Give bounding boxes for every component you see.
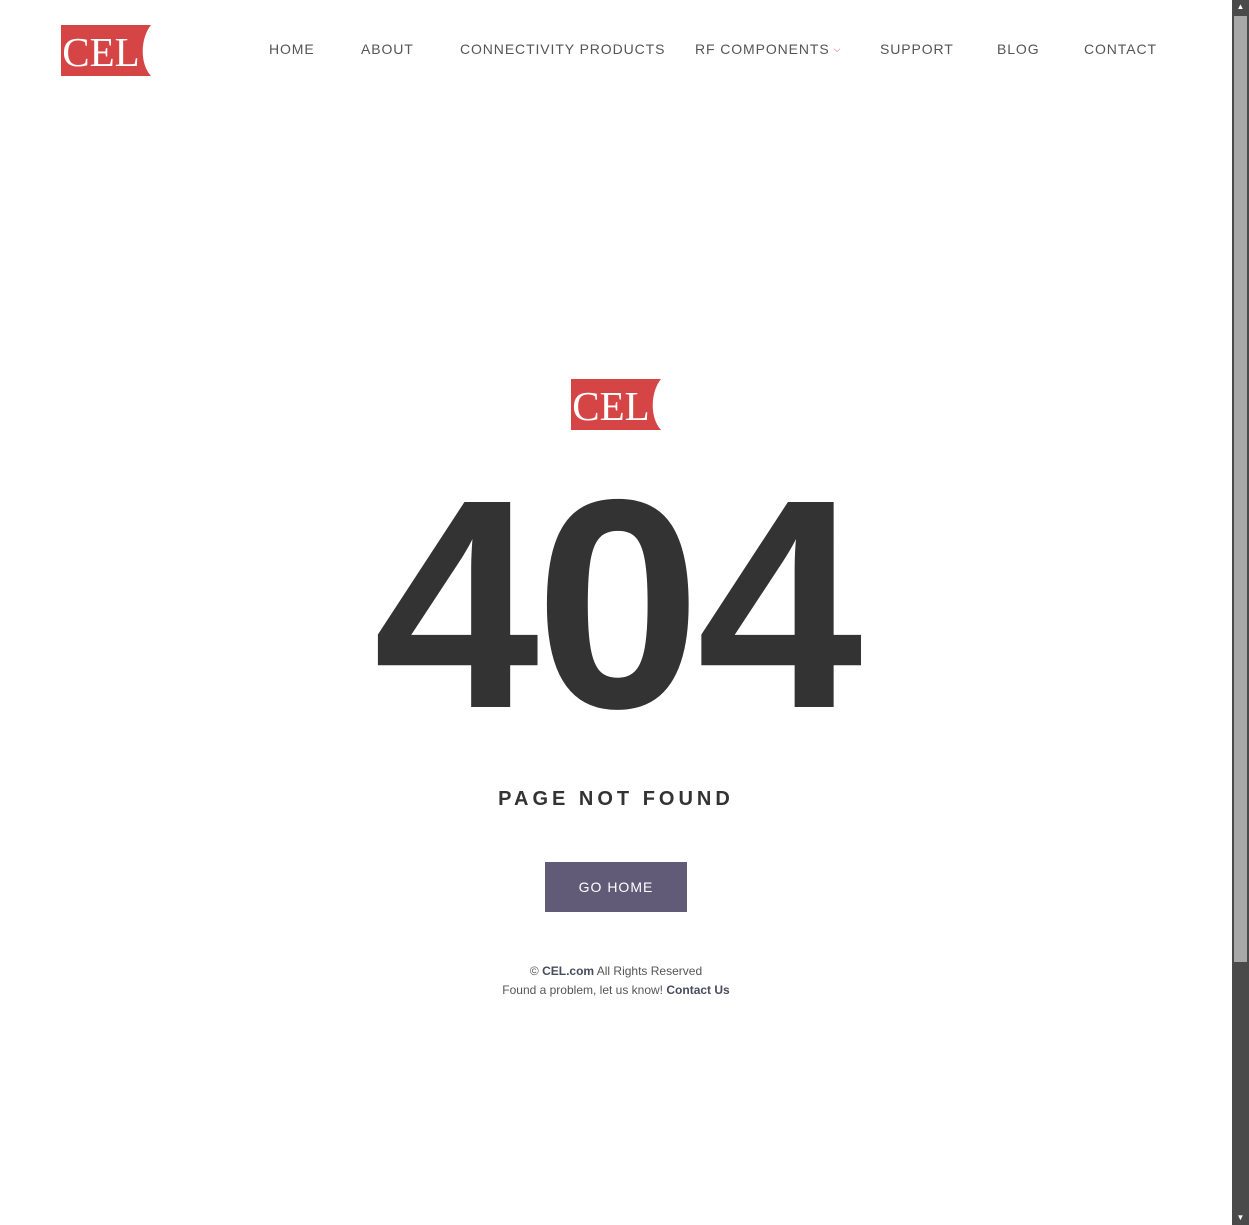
nav-support[interactable]: SUPPORT xyxy=(880,38,954,60)
contact-us-link[interactable]: Contact Us xyxy=(666,983,729,997)
chevron-down-icon: ⌵ xyxy=(833,44,842,54)
nav-blog[interactable]: BLOG xyxy=(997,38,1040,60)
scroll-down-arrow-icon[interactable]: ▼ xyxy=(1232,1211,1249,1225)
error-title: PAGE NOT FOUND xyxy=(498,788,734,810)
cel-logo-icon: CEL xyxy=(571,379,661,430)
site-header: CEL HOME ABOUT CONNECTIVITY PRODUCTS RF … xyxy=(0,0,1232,100)
problem-line: Found a problem, let us know! Contact Us xyxy=(0,981,1232,1000)
nav-contact[interactable]: CONTACT xyxy=(1084,38,1157,60)
error-logo: CEL xyxy=(571,379,661,430)
footer: © CEL.com All Rights Reserved Found a pr… xyxy=(0,962,1232,1000)
page: CEL HOME ABOUT CONNECTIVITY PRODUCTS RF … xyxy=(0,0,1232,1225)
scroll-up-arrow-icon[interactable]: ▲ xyxy=(1232,0,1249,14)
logo-text: CEL xyxy=(572,383,649,429)
nav-home[interactable]: HOME xyxy=(269,38,315,60)
problem-text: Found a problem, let us know! xyxy=(502,983,664,997)
go-home-button[interactable]: GO HOME xyxy=(545,862,687,912)
rights-text: All Rights Reserved xyxy=(596,964,703,978)
nav-connectivity-products[interactable]: CONNECTIVITY PRODUCTS xyxy=(460,38,665,60)
vertical-scrollbar[interactable]: ▲ ▼ xyxy=(1232,0,1249,1225)
nav-rf-components[interactable]: RF COMPONENTS ⌵ xyxy=(695,38,841,60)
error-code: 404 xyxy=(373,438,862,771)
nav-about[interactable]: ABOUT xyxy=(361,38,414,60)
copyright-line: © CEL.com All Rights Reserved xyxy=(0,962,1232,981)
copyright-symbol: © xyxy=(529,964,539,978)
nav-rf-components-label: RF COMPONENTS xyxy=(695,41,830,57)
scrollbar-thumb[interactable] xyxy=(1234,16,1247,962)
main-nav: HOME ABOUT CONNECTIVITY PRODUCTS RF COMP… xyxy=(0,38,1232,60)
site-name: CEL.com xyxy=(542,964,595,978)
